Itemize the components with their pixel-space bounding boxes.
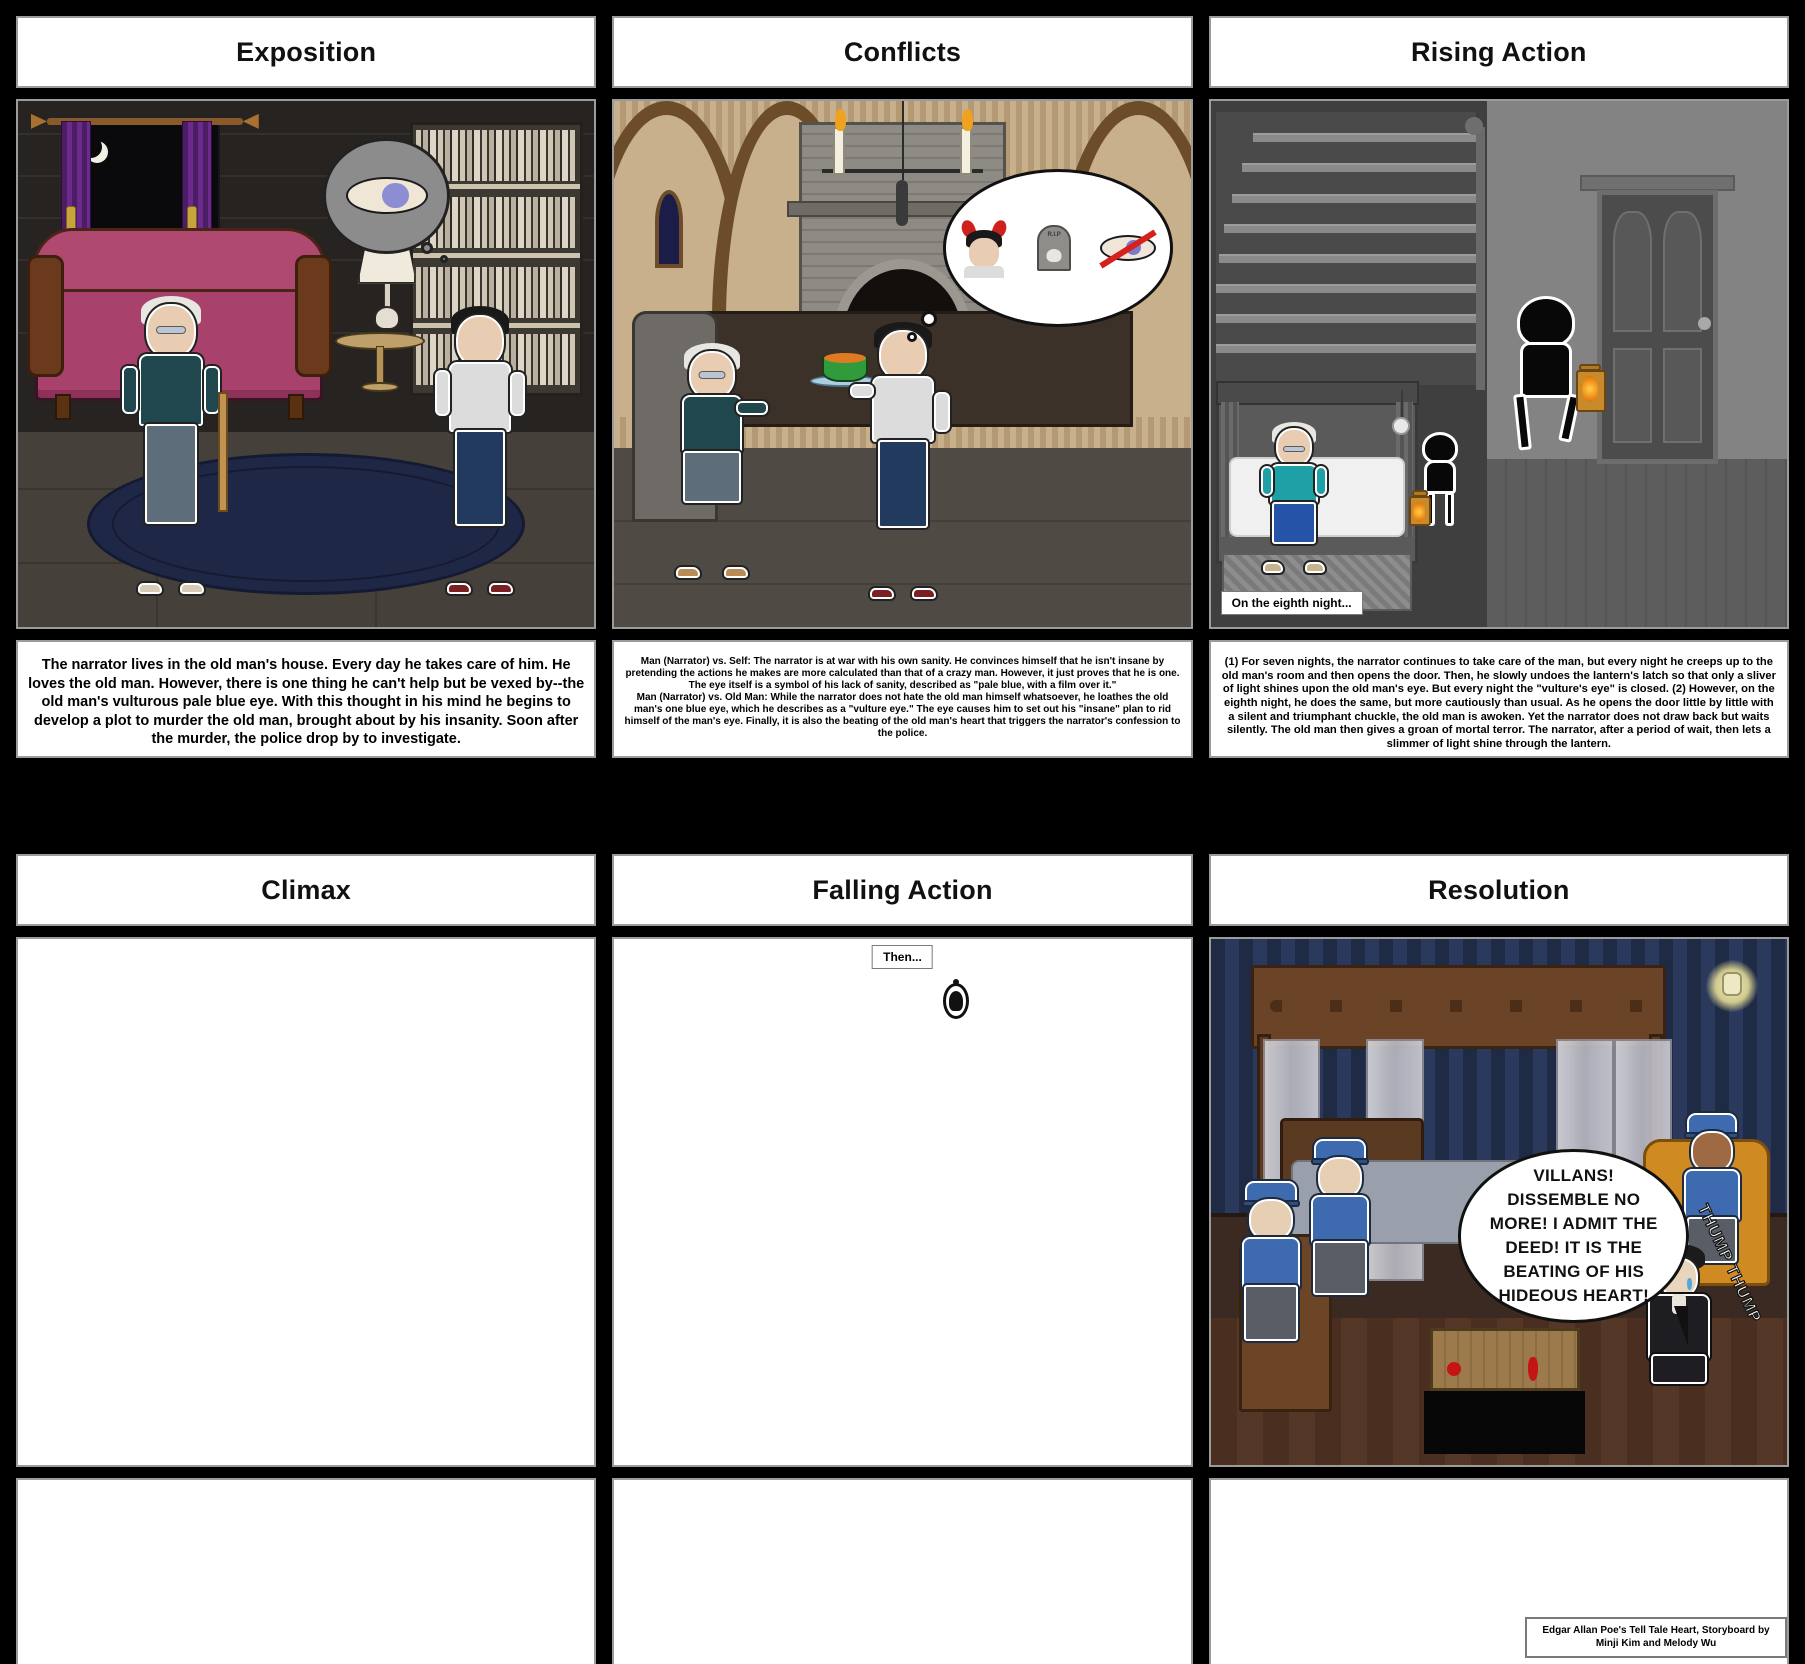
character-policeman-2 (1303, 1138, 1377, 1381)
blood-splatter (1446, 1361, 1461, 1376)
panel-rising-action: Rising Action On the eighth night... (1)… (1208, 16, 1789, 758)
panel-title-text: Exposition (236, 36, 377, 67)
panel-title-text: Resolution (1428, 874, 1570, 905)
canopy-bed-frame (1250, 965, 1666, 1050)
description-text: Man (Narrator) vs. Self: The narrator is… (624, 656, 1181, 739)
cameo-portrait-icon (942, 979, 969, 1019)
panel-art-conflicts[interactable]: R.I.P (612, 99, 1193, 629)
character-old-man-seated (672, 342, 768, 579)
gothic-window (654, 190, 683, 269)
panel-description-conflicts[interactable]: Man (Narrator) vs. Self: The narrator is… (612, 640, 1193, 758)
chandelier (902, 101, 905, 180)
blood-drip (1527, 1356, 1538, 1381)
panel-art-falling-action[interactable]: Then... (612, 937, 1193, 1467)
table-lamp (358, 237, 417, 348)
staircase (1216, 111, 1476, 386)
narrator-devil-icon (959, 218, 1009, 279)
panel-title-climax[interactable]: Climax (16, 854, 597, 926)
gravestone-icon: R.I.P (1037, 225, 1072, 272)
panel-title-text: Falling Action (812, 874, 993, 905)
scene-night-hallway: On the eighth night... (1210, 101, 1787, 627)
panel-exposition: Exposition The narrator lives in the old… (16, 16, 597, 758)
panel-title-conflicts[interactable]: Conflicts (612, 16, 1193, 88)
description-text: The narrator lives in the old man's hous… (28, 657, 585, 748)
scene-living-room (18, 101, 595, 627)
speech-bubble-confession: VILLANS! DISSEMBLE NO MORE! I ADMIT THE … (1458, 1149, 1689, 1346)
side-table (334, 332, 425, 398)
thought-bubble-murder-plan: R.I.P (942, 169, 1174, 328)
wall-sconce-lamp (1706, 960, 1759, 1013)
wooden-plank (1429, 1328, 1580, 1392)
panel-description-exposition[interactable]: The narrator lives in the old man's hous… (16, 640, 597, 758)
scene-bedroom-confession: THUMP THUMP VILLANS! DISSEMBLE NO MORE! … (1210, 939, 1787, 1465)
storyboard-row-1: Exposition The narrator lives in the old… (16, 16, 1789, 758)
panel-art-resolution[interactable]: THUMP THUMP VILLANS! DISSEMBLE NO MORE! … (1208, 937, 1789, 1467)
panel-art-exposition[interactable] (16, 99, 597, 629)
storyboard-credit: Edgar Allan Poe's Tell Tale Heart, Story… (1525, 1617, 1787, 1658)
description-text: (1) For seven nights, the narrator conti… (1221, 656, 1776, 750)
panel-description-falling-action[interactable] (612, 1478, 1193, 1664)
scene-dining-hall: R.I.P (614, 101, 1191, 627)
panel-title-rising-action[interactable]: Rising Action (1208, 16, 1789, 88)
panel-title-text: Climax (261, 874, 352, 905)
thought-bubble-eye (323, 137, 451, 263)
panel-description-rising-action[interactable]: (1) For seven nights, the narrator conti… (1208, 640, 1789, 758)
speech-bubble-text: VILLANS! DISSEMBLE NO MORE! I ADMIT THE … (1489, 1165, 1658, 1306)
storyboard-row-2: Climax Falling Action Then... Resolution… (16, 854, 1789, 1664)
stair-railing (1475, 127, 1485, 391)
gravestone-text: R.I.P (1047, 232, 1061, 239)
character-narrator-with-soup (850, 321, 951, 600)
panel-art-rising-action[interactable]: On the eighth night... (1208, 99, 1789, 629)
panel-climax: Climax (16, 854, 597, 1664)
character-policeman-1 (1234, 1180, 1308, 1423)
panel-description-climax[interactable] (16, 1478, 597, 1664)
panel-art-climax[interactable] (16, 937, 597, 1467)
lantern-large (1574, 364, 1608, 416)
vulture-eye-icon (345, 177, 428, 215)
panel-conflicts: Conflicts R.I.P Man (Narrator) vs. Self:… (612, 16, 1193, 758)
character-old-man-awake (1260, 421, 1327, 574)
character-narrator (434, 306, 525, 595)
panel-title-text: Conflicts (843, 36, 962, 67)
caption-chip-then: Then... (872, 945, 933, 969)
panel-title-text: Rising Action (1411, 36, 1587, 67)
crossed-out-eye-icon (1099, 229, 1157, 269)
panel-resolution: Resolution THUMP THUMP VILLANS! DISSEMBL… (1208, 854, 1789, 1664)
panel-title-exposition[interactable]: Exposition (16, 16, 597, 88)
panel-falling-action: Falling Action Then... (612, 854, 1193, 1664)
silhouette-narrator-large (1510, 295, 1582, 485)
storyboard: Exposition The narrator lives in the old… (0, 0, 1805, 1664)
lantern-small (1407, 490, 1433, 530)
panel-title-falling-action[interactable]: Falling Action (612, 854, 1193, 926)
panel-title-resolution[interactable]: Resolution (1208, 854, 1789, 926)
walking-cane (217, 391, 228, 512)
ceiling-pendant-light (1392, 416, 1411, 435)
character-old-man (121, 295, 228, 595)
caption-chip-eighth-night: On the eighth night... (1220, 591, 1363, 615)
floorboard-hole (1423, 1391, 1586, 1455)
door-knob (1697, 316, 1711, 330)
